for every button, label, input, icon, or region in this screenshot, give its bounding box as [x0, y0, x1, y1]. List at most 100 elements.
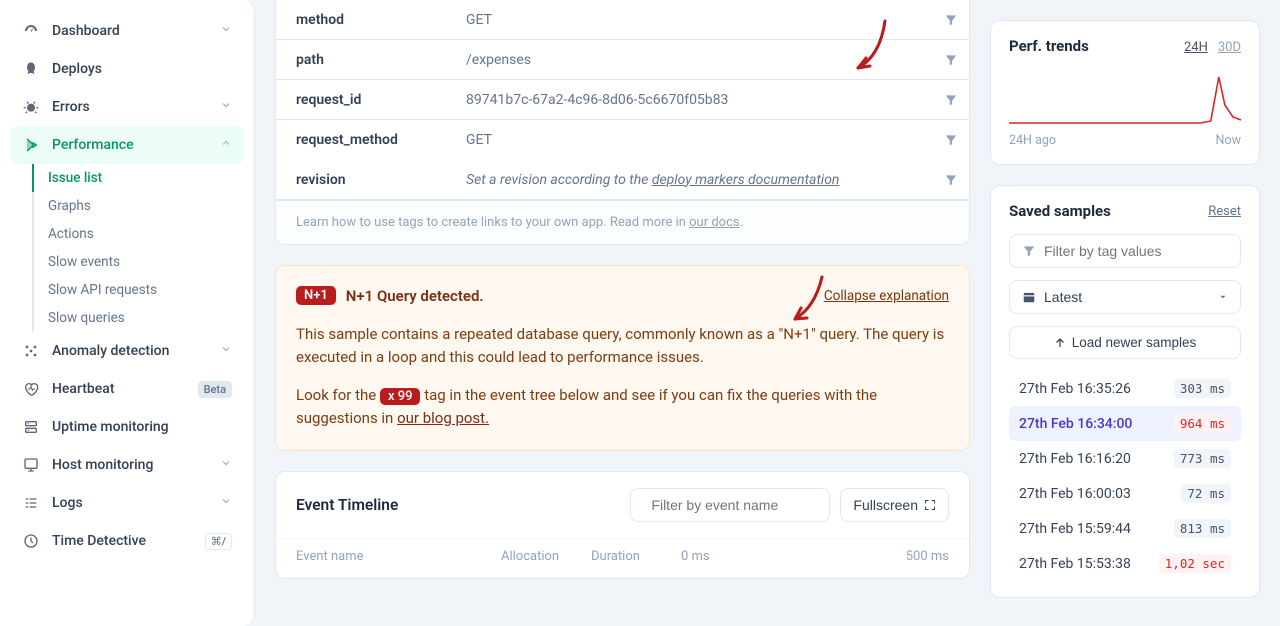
sample-timestamp: 27th Feb 16:35:26 [1019, 381, 1131, 397]
detail-row-request_id: request_id89741b7c-67a2-4c96-8d06-5c6670… [276, 80, 969, 120]
reset-link[interactable]: Reset [1208, 204, 1241, 219]
chevron-down-icon [220, 23, 232, 39]
alert-paragraph: This sample contains a repeated database… [296, 323, 949, 370]
sample-timestamp: 27th Feb 16:16:20 [1019, 451, 1131, 467]
trend-label-right: Now [1216, 133, 1241, 148]
sparkle-icon [22, 342, 40, 360]
sidebar-subitem-slow-api-requests[interactable]: Slow API requests [32, 276, 244, 304]
alert-paragraph: Look for the x 99 tag in the event tree … [296, 384, 949, 431]
timeline-columns: Event name Allocation Duration 0 ms 500 … [276, 538, 969, 578]
sample-row[interactable]: 27th Feb 16:35:26 303 ms [1009, 371, 1241, 406]
arrow-up-icon [1054, 337, 1066, 349]
sidebar: Dashboard Deploys Errors Performance Issue l… [0, 0, 255, 626]
samples-filter-input[interactable] [1009, 234, 1241, 268]
trend-sparkline [1009, 65, 1241, 125]
filter-icon[interactable] [933, 53, 969, 67]
detail-value: Set a revision according to the deploy m… [466, 172, 933, 188]
chevron-down-icon [220, 495, 232, 511]
event-filter-input[interactable] [630, 488, 830, 522]
sample-duration: 813 ms [1174, 519, 1231, 538]
filter-icon[interactable] [933, 133, 969, 147]
sidebar-item-host-monitoring[interactable]: Host monitoring [10, 446, 244, 484]
sample-row[interactable]: 27th Feb 16:16:20 773 ms [1009, 441, 1241, 476]
bug-icon [22, 98, 40, 116]
detail-value: /expenses [466, 52, 933, 68]
sidebar-subitem-graphs[interactable]: Graphs [32, 192, 244, 220]
sidebar-item-label: Time Detective [52, 533, 193, 549]
chevron-down-icon [220, 343, 232, 359]
sample-duration: 964 ms [1174, 414, 1231, 433]
chevron-down-icon [220, 457, 232, 473]
filter-icon [1022, 244, 1036, 258]
sample-row[interactable]: 27th Feb 15:53:38 1,02 sec [1009, 546, 1241, 581]
sidebar-subitem-issue-list[interactable]: Issue list [32, 164, 244, 192]
range-24h[interactable]: 24H [1184, 40, 1208, 55]
sort-select[interactable]: Latest [1009, 280, 1241, 314]
host-icon [22, 456, 40, 474]
sidebar-subitem-slow-queries[interactable]: Slow queries [32, 304, 244, 332]
detail-row-path: path/expenses [276, 40, 969, 80]
event-timeline-title: Event Timeline [296, 496, 620, 514]
detail-key: request_method [276, 132, 466, 148]
fullscreen-button[interactable]: Fullscreen [840, 488, 949, 522]
sidebar-item-anomaly-detection[interactable]: Anomaly detection [10, 332, 244, 370]
sidebar-item-errors[interactable]: Errors [10, 88, 244, 126]
sample-row[interactable]: 27th Feb 15:59:44 813 ms [1009, 511, 1241, 546]
chevron-down-icon [220, 99, 232, 115]
sidebar-item-label: Anomaly detection [52, 343, 208, 359]
deploy-markers-link[interactable]: deploy markers documentation [652, 172, 840, 188]
speed-icon [22, 136, 40, 154]
sample-duration: 72 ms [1181, 484, 1231, 503]
sidebar-subitem-slow-events[interactable]: Slow events [32, 248, 244, 276]
blog-post-link[interactable]: our blog post. [397, 409, 489, 427]
sample-duration: 303 ms [1174, 379, 1231, 398]
detail-value: 89741b7c-67a2-4c96-8d06-5c6670f05b83 [466, 92, 933, 108]
sidebar-item-label: Uptime monitoring [52, 419, 232, 435]
sidebar-item-label: Host monitoring [52, 457, 208, 473]
load-newer-button[interactable]: Load newer samples [1009, 326, 1241, 359]
sample-duration: 773 ms [1174, 449, 1231, 468]
docs-link[interactable]: our docs [689, 215, 739, 230]
detail-key: method [276, 12, 466, 28]
sidebar-item-dashboard[interactable]: Dashboard [10, 12, 244, 50]
sidebar-item-label: Errors [52, 99, 208, 115]
chevron-up-icon [220, 137, 232, 153]
sidebar-subitem-actions[interactable]: Actions [32, 220, 244, 248]
nplus1-alert: N+1 N+1 Query detected. Collapse explana… [275, 265, 970, 451]
filter-icon[interactable] [933, 173, 969, 187]
range-30d[interactable]: 30D [1218, 40, 1241, 55]
gauge-icon [22, 22, 40, 40]
sample-timestamp: 27th Feb 16:00:03 [1019, 486, 1131, 502]
sidebar-item-logs[interactable]: Logs [10, 484, 244, 522]
sidebar-item-deploys[interactable]: Deploys [10, 50, 244, 88]
sidebar-item-label: Logs [52, 495, 208, 511]
saved-samples-title: Saved samples [1009, 202, 1208, 220]
saved-samples-card: Saved samples Reset Latest Load new [990, 185, 1260, 598]
sidebar-item-uptime-monitoring[interactable]: Uptime monitoring [10, 408, 244, 446]
sample-timestamp: 27th Feb 15:53:38 [1019, 556, 1131, 572]
sample-duration: 1,02 sec [1159, 554, 1231, 573]
sample-timestamp: 27th Feb 15:59:44 [1019, 521, 1131, 537]
alert-title: N+1 Query detected. [346, 287, 824, 305]
sidebar-item-performance[interactable]: Performance [10, 126, 244, 164]
sidebar-item-heartbeat[interactable]: HeartbeatBeta [10, 370, 244, 408]
sidebar-item-label: Dashboard [52, 23, 208, 39]
sidebar-item-time-detective[interactable]: Time Detective ⌘/ [10, 522, 244, 560]
beta-badge: Beta [198, 381, 232, 398]
detail-key: revision [276, 172, 466, 188]
perf-trends-title: Perf. trends [1009, 37, 1174, 55]
detail-key: request_id [276, 92, 466, 108]
filter-icon[interactable] [933, 93, 969, 107]
sample-row[interactable]: 27th Feb 16:00:03 72 ms [1009, 476, 1241, 511]
filter-icon[interactable] [933, 13, 969, 27]
detail-value: GET [466, 132, 933, 148]
detail-row-request_method: request_methodGET [276, 120, 969, 160]
chevron-down-icon [1218, 292, 1228, 302]
details-card: methodGETpath/expensesrequest_id89741b7c… [275, 0, 970, 245]
sample-row[interactable]: 27th Feb 16:34:00964 ms [1009, 406, 1241, 441]
detail-key: path [276, 52, 466, 68]
sidebar-item-label: Performance [52, 137, 208, 153]
collapse-explanation-link[interactable]: Collapse explanation [824, 288, 949, 304]
detail-row-method: methodGET [276, 0, 969, 40]
keyboard-shortcut: ⌘/ [205, 533, 232, 550]
